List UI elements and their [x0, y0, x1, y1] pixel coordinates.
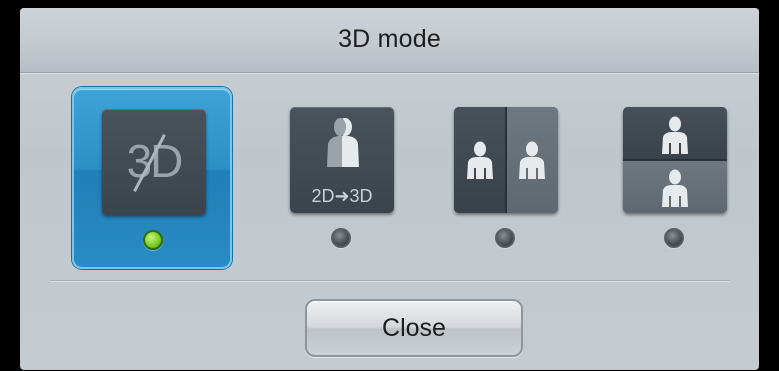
- selection-indicator-off: [331, 228, 351, 248]
- person-right-icon: [518, 141, 546, 179]
- option-2d-to-3d[interactable]: 2D➜3D: [262, 87, 422, 269]
- split-divider: [505, 107, 507, 213]
- person-left-icon: [466, 141, 494, 179]
- title-bar: 3D mode: [20, 8, 759, 73]
- divider: [50, 280, 730, 281]
- dialog-title: 3D mode: [338, 25, 441, 53]
- split-divider: [623, 159, 727, 161]
- option-top-bottom[interactable]: [595, 87, 755, 269]
- person-bottom-icon: [661, 169, 689, 207]
- person-top-icon: [661, 116, 689, 154]
- dialog-panel: 3D mode 3D 2D➜3D Close: [20, 8, 759, 370]
- selection-indicator-on: [143, 230, 163, 250]
- close-button-label: Close: [382, 314, 446, 342]
- top-bottom-icon: [623, 107, 727, 213]
- option-3d-off[interactable]: 3D: [72, 87, 232, 269]
- selection-indicator-off: [664, 228, 684, 248]
- close-button[interactable]: Close: [305, 299, 523, 357]
- selection-indicator-off: [495, 228, 515, 248]
- option-side-by-side[interactable]: [426, 87, 586, 269]
- icon-label-2d-to-3d: 2D➜3D: [311, 186, 373, 206]
- 3d-off-icon: 3D: [102, 109, 206, 215]
- icon-label-3d: 3D: [126, 135, 184, 187]
- 3d-mode-dialog: 3D mode 3D 2D➜3D Close: [0, 0, 779, 371]
- 2d-to-3d-icon: 2D➜3D: [290, 107, 394, 213]
- side-by-side-icon: [454, 107, 558, 213]
- person-3d-icon: [326, 117, 360, 167]
